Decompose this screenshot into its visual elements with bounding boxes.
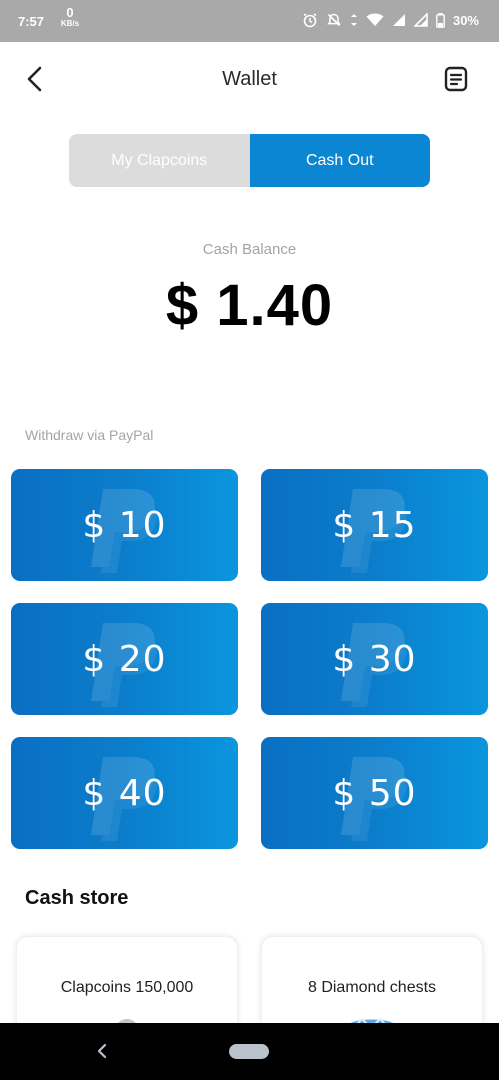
withdraw-option-20[interactable]: $ 20	[11, 603, 238, 715]
withdraw-option-50[interactable]: $ 50	[261, 737, 488, 849]
withdraw-amount: $ 50	[332, 772, 417, 814]
withdraw-label: Withdraw via PayPal	[25, 427, 154, 443]
store-item-label: Clapcoins 150,000	[60, 979, 194, 996]
alarm-icon	[302, 12, 318, 28]
tab-my-clapcoins[interactable]: My Clapcoins	[69, 134, 250, 187]
network-speed-value: 0	[66, 5, 74, 20]
status-bar: 7:57 0 KB/s 30%	[0, 0, 499, 42]
nav-back-icon[interactable]	[92, 1041, 112, 1061]
withdraw-amount: $ 20	[82, 638, 167, 680]
wifi-icon	[366, 13, 384, 27]
signal-secondary-icon	[413, 13, 428, 27]
signal-icon	[392, 13, 406, 27]
transaction-history-button[interactable]	[441, 64, 471, 94]
page-title: Wallet	[222, 68, 277, 90]
network-speed: 0 KB/s	[58, 5, 82, 29]
battery-icon	[436, 12, 445, 28]
withdraw-amount: $ 30	[332, 638, 417, 680]
cash-balance-label: Cash Balance	[202, 241, 297, 258]
receipt-icon	[444, 66, 468, 92]
wallet-screen: 7:57 0 KB/s 30% Wallet My Clapcoins Cash…	[0, 0, 499, 1080]
system-navigation-bar	[0, 1023, 499, 1080]
tab-cash-out[interactable]: Cash Out	[249, 134, 430, 187]
withdraw-option-40[interactable]: $ 40	[11, 737, 238, 849]
withdraw-option-10[interactable]: $ 10	[11, 469, 238, 581]
withdraw-amount: $ 40	[82, 772, 167, 814]
withdraw-amount: $ 15	[332, 504, 417, 546]
battery-percent: 30%	[452, 12, 479, 28]
status-icons: 30%	[302, 12, 479, 28]
withdraw-amount: $ 10	[82, 504, 167, 546]
data-transfer-icon	[350, 13, 358, 27]
cash-balance-value: $ 1.40	[165, 273, 334, 338]
status-time: 7:57	[18, 14, 45, 29]
app-header: Wallet	[0, 42, 499, 118]
withdraw-option-30[interactable]: $ 30	[261, 603, 488, 715]
withdraw-option-15[interactable]: $ 15	[261, 469, 488, 581]
store-item-label: 8 Diamond chests	[307, 979, 437, 996]
nav-home-pill[interactable]	[229, 1044, 269, 1059]
wallet-tabs: My Clapcoins Cash Out	[69, 134, 430, 187]
notifications-off-icon	[326, 12, 342, 28]
network-speed-unit: KB/s	[60, 19, 80, 28]
cash-store-title: Cash store	[25, 887, 129, 909]
